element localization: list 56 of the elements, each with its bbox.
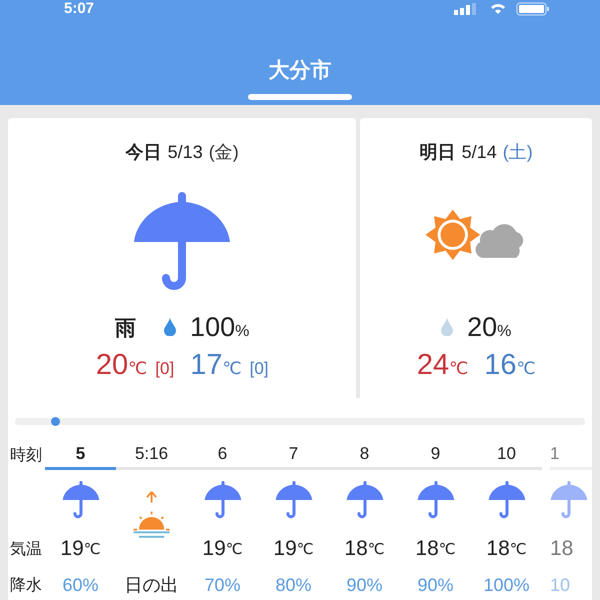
timeline-track[interactable] xyxy=(15,418,585,425)
day-card[interactable]: 明日 5/14 (土) 20% 24℃ 16℃ xyxy=(360,118,592,398)
precip-chance: 100% xyxy=(190,312,250,343)
hour-temp: 18℃ xyxy=(344,536,385,562)
hour-tab[interactable]: 6 xyxy=(187,440,258,470)
precip-chance: 20% xyxy=(467,312,512,343)
hour-tab[interactable]: 9 xyxy=(400,440,471,470)
hour-tab[interactable]: 7 xyxy=(258,440,329,470)
status-time: 5:07 xyxy=(64,1,94,17)
high-temp: 24℃ xyxy=(416,349,468,382)
hour-temp: 19℃ xyxy=(60,536,101,562)
hour-tab[interactable]: 5:16 xyxy=(116,440,187,470)
umbrella-icon xyxy=(204,481,242,519)
condition-text: 雨 xyxy=(115,316,136,342)
hour-temp: 18℃ xyxy=(415,536,456,562)
hour-temp: 18℃ xyxy=(486,536,527,562)
drop-icon xyxy=(441,318,454,336)
high-temp: 20℃ [0] xyxy=(96,349,174,382)
umbrella-icon xyxy=(416,481,454,519)
umbrella-icon xyxy=(274,481,312,519)
row-label: 時刻 xyxy=(10,446,43,466)
day-label: 今日 xyxy=(126,141,162,164)
umbrella-icon xyxy=(488,481,526,519)
drop-icon xyxy=(164,318,176,336)
low-temp: 16℃ xyxy=(484,349,536,382)
hour-precip: 10 xyxy=(550,574,570,596)
hour-precip: 100% xyxy=(483,574,530,596)
hour-precip: 80% xyxy=(275,574,312,596)
hour-tab[interactable]: 8 xyxy=(329,440,400,470)
hour-tab[interactable]: 5 xyxy=(45,440,116,470)
day-date: 5/13 xyxy=(168,142,203,163)
hour-precip: 90% xyxy=(417,574,454,596)
hour-temp: 19℃ xyxy=(202,536,243,562)
row-label: 気温 xyxy=(10,540,43,560)
hour-precip: 日の出 xyxy=(124,574,178,597)
hour-precip: 70% xyxy=(204,574,241,596)
hour-tab[interactable]: 10 xyxy=(471,440,542,470)
battery-icon xyxy=(516,2,550,16)
day-weekday: (土) xyxy=(502,141,533,164)
day-label: 明日 xyxy=(420,141,456,164)
wifi-icon xyxy=(490,3,506,15)
umbrella-icon xyxy=(62,481,100,519)
day-card[interactable]: 今日 5/13 (金) 雨 100% 20℃ [0] 17℃ [0] xyxy=(8,118,356,398)
hour-temp: 19℃ xyxy=(273,536,314,562)
hour-tab[interactable]: 1 xyxy=(550,440,592,470)
row-label: 降水 xyxy=(10,576,43,596)
hour-temp: 18 xyxy=(550,536,574,562)
low-temp: 17℃ [0] xyxy=(190,349,269,382)
hour-precip: 90% xyxy=(346,574,383,596)
umbrella-icon xyxy=(550,481,588,519)
day-date: 5/14 xyxy=(462,142,497,163)
hour-precip: 60% xyxy=(62,574,99,596)
umbrella-icon xyxy=(132,192,232,292)
umbrella-icon xyxy=(346,481,384,519)
timeline-thumb[interactable] xyxy=(50,417,60,426)
day-weekday: (金) xyxy=(208,141,239,164)
